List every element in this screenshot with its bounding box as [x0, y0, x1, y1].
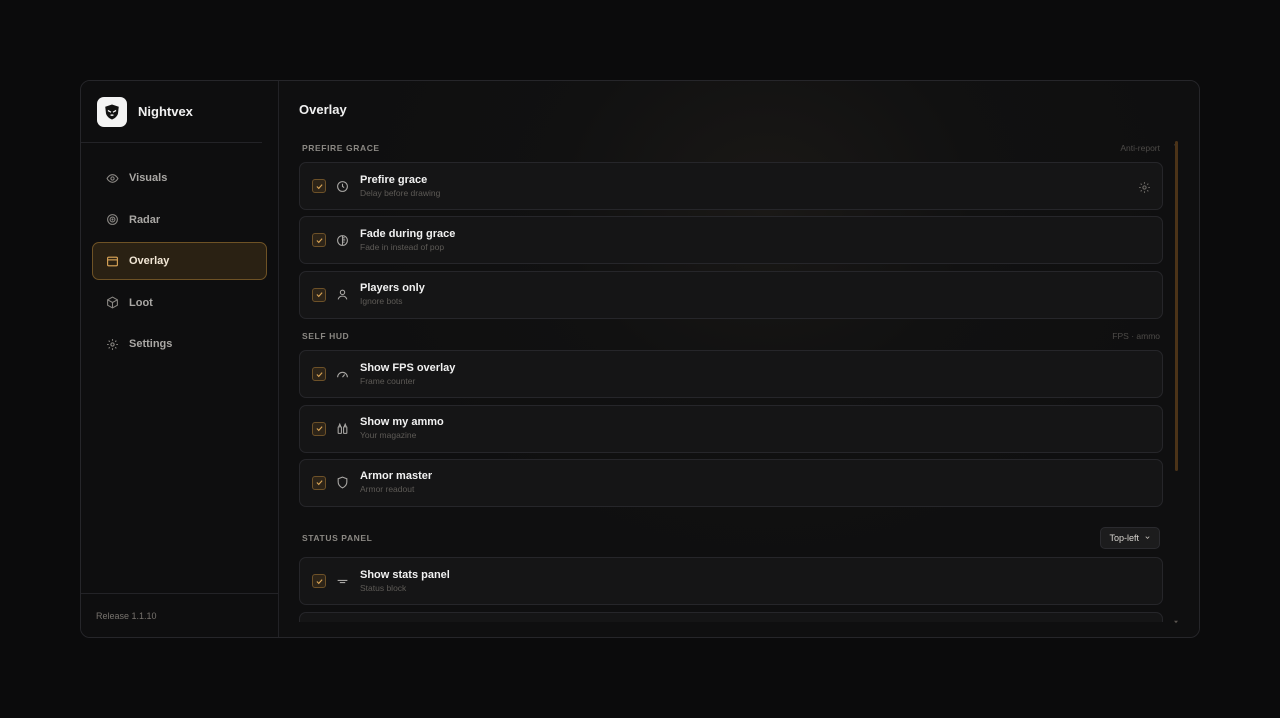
lines-icon [336, 575, 349, 588]
release-version: Release 1.1.10 [81, 593, 278, 637]
section-header-self-hud: SELF HUD FPS · ammo [299, 325, 1163, 347]
setting-row-show-my-ammo[interactable]: Show my ammo Your magazine [299, 404, 1163, 453]
sidebar-item-overlay[interactable]: Overlay [92, 242, 267, 281]
shield-icon [336, 476, 349, 489]
row-title: Players only [360, 282, 425, 295]
row-subtitle: Delay before drawing [360, 187, 441, 198]
setting-row-players-only[interactable]: Players only Ignore bots [299, 270, 1163, 319]
logo-icon [97, 96, 127, 127]
row-text: Armor master Armor readout [360, 469, 432, 496]
setting-row-fade-during-grace[interactable]: Fade during grace Fade in instead of pop [299, 216, 1163, 265]
row-text: Players only Ignore bots [360, 281, 425, 308]
chevron-down-icon [1144, 533, 1151, 543]
row-title: Show FPS overlay [360, 361, 456, 374]
row-title: Fade during grace [360, 227, 456, 240]
section-header-status-panel: STATUS PANEL Top-left [299, 513, 1163, 553]
position-dropdown[interactable]: Top-left [1100, 527, 1160, 550]
page-title: Overlay [299, 102, 347, 117]
row-subtitle: Fade in instead of pop [360, 241, 445, 252]
checkbox[interactable] [312, 475, 326, 490]
radar-icon [106, 213, 119, 226]
checkbox[interactable] [312, 179, 326, 193]
row-subtitle: Armor readout [360, 484, 415, 495]
ammo-icon [336, 422, 349, 435]
row-title: Prefire grace [360, 173, 428, 186]
checkbox[interactable] [312, 574, 326, 589]
user-icon [336, 288, 349, 301]
app-name: Nightvex [138, 104, 193, 119]
row-title: Show my ammo [360, 416, 444, 429]
row-subtitle: Ignore bots [360, 296, 403, 307]
sidebar-nav: Visuals Radar Overlay Loot Settings [81, 143, 278, 363]
gauge-icon [336, 368, 349, 381]
checkbox[interactable] [312, 421, 326, 436]
row-subtitle: Status block [360, 582, 407, 593]
sidebar-item-label: Visuals [129, 172, 168, 184]
setting-row-prefire-grace[interactable]: Prefire grace Delay before drawing [299, 162, 1163, 210]
checkbox[interactable] [312, 367, 326, 382]
sidebar-item-loot[interactable]: Loot [92, 284, 267, 322]
scroll-up-arrow[interactable] [1174, 133, 1178, 146]
box-icon [106, 296, 119, 309]
setting-row-partial [299, 611, 1163, 622]
app-window: Nightvex Visuals Radar Overlay Loot Sett… [80, 80, 1200, 638]
row-subtitle: Your magazine [360, 430, 417, 441]
section-label: STATUS PANEL [302, 533, 373, 544]
scroll-down-arrow[interactable] [1174, 611, 1178, 624]
brand: Nightvex [81, 81, 262, 143]
sidebar: Nightvex Visuals Radar Overlay Loot Sett… [81, 81, 279, 637]
row-title: Armor master [360, 470, 433, 483]
row-text: Show stats panel Status block [360, 568, 450, 595]
row-subtitle: Frame counter [360, 375, 416, 386]
setting-row-show-stats-panel[interactable]: Show stats panel Status block [299, 557, 1163, 606]
sidebar-item-label: Radar [129, 213, 161, 226]
eye-icon [106, 172, 119, 185]
gear-icon [106, 338, 119, 351]
scrollbar-thumb[interactable] [1175, 141, 1178, 471]
row-text: Show FPS overlay Frame counter [360, 361, 455, 388]
sidebar-item-label: Overlay [129, 255, 170, 268]
row-settings-gear-icon[interactable] [1137, 180, 1151, 194]
sidebar-item-radar[interactable]: Radar [92, 201, 267, 239]
section-label: PREFIRE GRACE [302, 143, 380, 153]
sidebar-item-label: Loot [129, 296, 153, 309]
row-text: Show my ammo Your magazine [360, 415, 444, 442]
setting-row-show-fps-overlay[interactable]: Show FPS overlay Frame counter [299, 350, 1163, 399]
checkbox[interactable] [312, 233, 326, 248]
setting-row-armor-master[interactable]: Armor master Armor readout [299, 458, 1163, 507]
row-text: Fade during grace Fade in instead of pop [360, 227, 455, 254]
checkbox[interactable] [312, 287, 326, 302]
contrast-icon [336, 234, 349, 247]
row-text: Prefire grace Delay before drawing [360, 173, 440, 200]
clock-icon [336, 180, 349, 193]
section-hint: Anti-report [1120, 143, 1160, 153]
row-title: Show stats panel [360, 568, 450, 581]
settings-content: PREFIRE GRACE Anti-report Prefire grace … [299, 137, 1163, 628]
dropdown-value: Top-left [1109, 533, 1139, 544]
section-header-prefire: PREFIRE GRACE Anti-report [299, 137, 1163, 159]
sidebar-item-visuals[interactable]: Visuals [92, 159, 267, 197]
section-hint: FPS · ammo [1112, 331, 1160, 342]
section-label: SELF HUD [302, 331, 350, 342]
sidebar-item-settings[interactable]: Settings [92, 325, 267, 363]
window-icon [106, 255, 119, 268]
main-panel: Overlay PREFIRE GRACE Anti-report Prefir… [279, 81, 1199, 637]
sidebar-item-label: Settings [129, 338, 173, 351]
